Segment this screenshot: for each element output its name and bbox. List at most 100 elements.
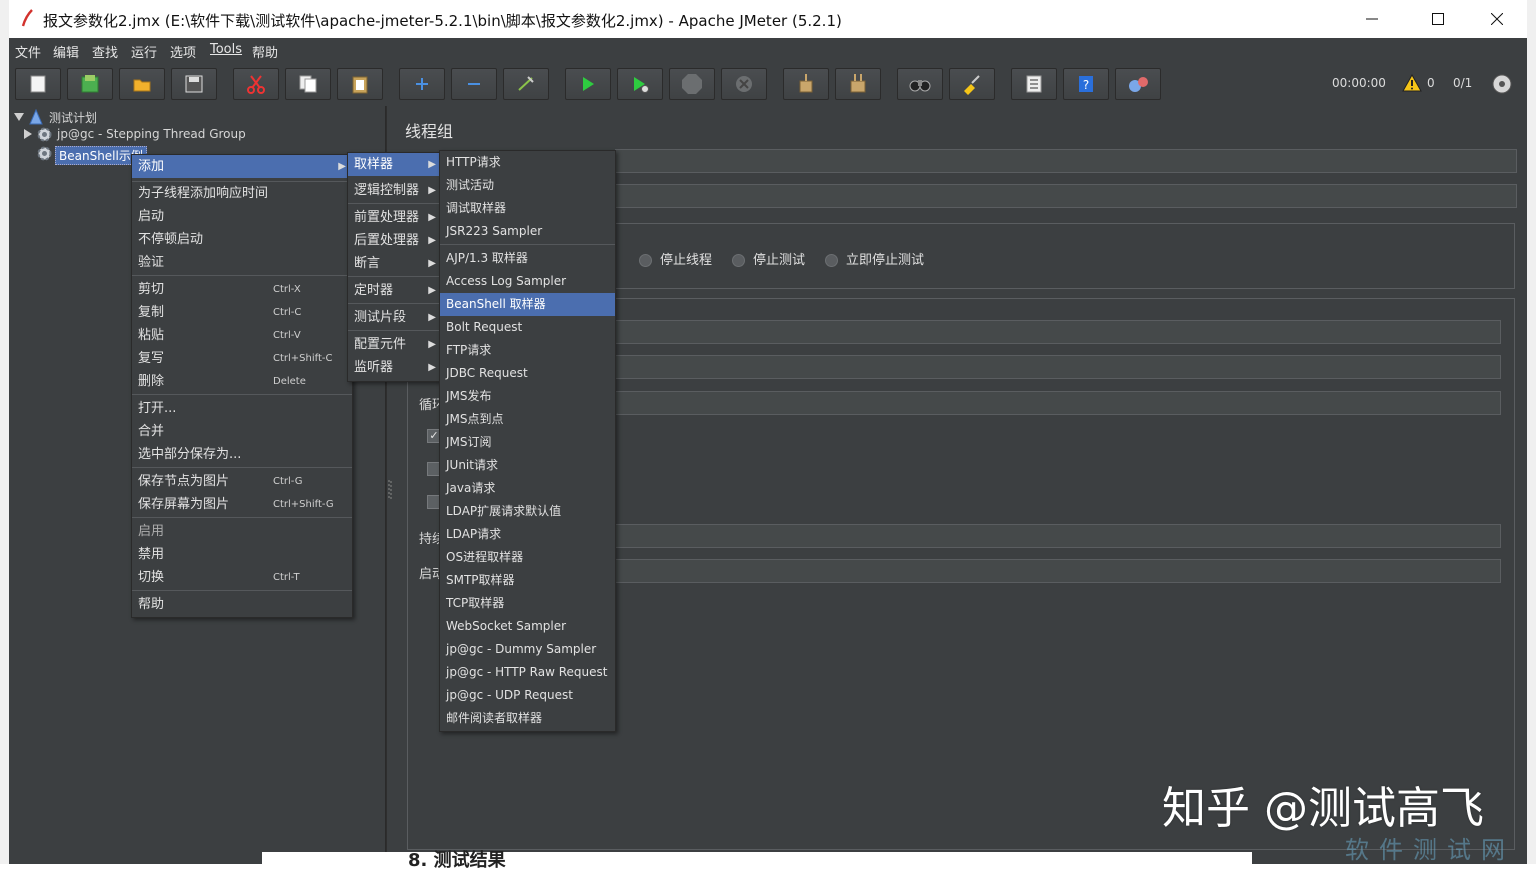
menu-run[interactable]: 运行 xyxy=(131,42,157,61)
submenu-item-sampler[interactable]: 取样器 ▶ xyxy=(348,153,442,176)
open-button[interactable] xyxy=(119,68,165,100)
menu-item-delete[interactable]: 删除 Delete xyxy=(132,370,352,393)
sampler-jms-p2p[interactable]: JMS点到点 xyxy=(440,408,615,431)
radio-stop-test[interactable]: 停止测试 xyxy=(732,249,805,268)
start-delay-field[interactable] xyxy=(615,559,1501,583)
menu-item-cut[interactable]: 剪切 Ctrl-X xyxy=(132,278,352,301)
menu-help[interactable]: 帮助 xyxy=(252,42,278,61)
tree-node-root[interactable]: 测试计划 xyxy=(9,108,385,126)
sampler-udp[interactable]: jp@gc - UDP Request xyxy=(440,684,615,707)
maximize-button[interactable] xyxy=(1409,0,1467,38)
name-field[interactable] xyxy=(615,149,1517,173)
cut-button[interactable] xyxy=(233,68,279,100)
submenu-item-timer[interactable]: 定时器 ▶ xyxy=(348,279,442,302)
help-button[interactable]: ? xyxy=(1063,68,1109,100)
sampler-access-log[interactable]: Access Log Sampler xyxy=(440,270,615,293)
sampler-os-process[interactable]: OS进程取样器 xyxy=(440,546,615,569)
sampler-ldap[interactable]: LDAP请求 xyxy=(440,523,615,546)
menu-file[interactable]: 文件 xyxy=(15,42,41,61)
menu-item-add-response-time[interactable]: 为子线程添加响应时间 xyxy=(132,182,352,205)
radio-stop-test-now[interactable]: 立即停止测试 xyxy=(825,249,924,268)
status-globe-icon[interactable] xyxy=(1491,73,1513,95)
sampler-ldap-ext[interactable]: LDAP扩展请求默认值 xyxy=(440,500,615,523)
sampler-debug[interactable]: 调试取样器 xyxy=(440,197,615,220)
menu-item-start[interactable]: 启动 xyxy=(132,205,352,228)
sampler-jsr223[interactable]: JSR223 Sampler xyxy=(440,220,615,243)
tree-node-thread-group[interactable]: jp@gc - Stepping Thread Group xyxy=(9,126,385,144)
search-button[interactable] xyxy=(897,68,943,100)
expand-arrow-icon[interactable] xyxy=(14,112,24,122)
menu-item-start-no-pause[interactable]: 不停顿启动 xyxy=(132,228,352,251)
warning-icon[interactable] xyxy=(1402,74,1422,92)
submenu-item-post-processor[interactable]: 后置处理器 ▶ xyxy=(348,229,442,252)
menu-options[interactable]: 选项 xyxy=(170,42,196,61)
menu-edit[interactable]: 编辑 xyxy=(53,42,79,61)
sampler-ftp[interactable]: FTP请求 xyxy=(440,339,615,362)
menu-item-paste[interactable]: 粘贴 Ctrl-V xyxy=(132,324,352,347)
minimize-button[interactable] xyxy=(1343,0,1401,38)
sampler-tcp[interactable]: TCP取样器 xyxy=(440,592,615,615)
paste-button[interactable] xyxy=(337,68,383,100)
menu-item-copy[interactable]: 复制 Ctrl-C xyxy=(132,301,352,324)
sampler-http-raw[interactable]: jp@gc - HTTP Raw Request xyxy=(440,661,615,684)
clear-button[interactable] xyxy=(783,68,829,100)
duration-field[interactable] xyxy=(615,524,1501,548)
menu-item-merge[interactable]: 合并 xyxy=(132,420,352,443)
stop-button[interactable] xyxy=(669,68,715,100)
sampler-java[interactable]: Java请求 xyxy=(440,477,615,500)
start-button[interactable] xyxy=(565,68,611,100)
start-no-pause-button[interactable] xyxy=(617,68,663,100)
shutdown-button[interactable] xyxy=(721,68,767,100)
menu-item-open[interactable]: 打开... xyxy=(132,397,352,420)
menu-search[interactable]: 查找 xyxy=(92,42,118,61)
sampler-test-action[interactable]: 测试活动 xyxy=(440,174,615,197)
submenu-item-listener[interactable]: 监听器 ▶ xyxy=(348,356,442,379)
menu-item-duplicate[interactable]: 复写 Ctrl+Shift-C xyxy=(132,347,352,370)
toggle-button[interactable] xyxy=(503,68,549,100)
submenu-item-pre-processor[interactable]: 前置处理器 ▶ xyxy=(348,206,442,229)
menu-tools[interactable]: Tools xyxy=(210,42,242,57)
menu-item-toggle[interactable]: 切换 Ctrl-T xyxy=(132,566,352,589)
function-helper-button[interactable] xyxy=(1011,68,1057,100)
radio-stop-thread[interactable]: 停止线程 xyxy=(639,249,712,268)
sampler-mail-reader[interactable]: 邮件阅读者取样器 xyxy=(440,707,615,730)
new-button[interactable] xyxy=(15,68,61,100)
sampler-smtp[interactable]: SMTP取样器 xyxy=(440,569,615,592)
close-button[interactable] xyxy=(1468,0,1526,38)
menu-item-validate[interactable]: 验证 xyxy=(132,251,352,274)
collapsed-arrow-icon[interactable] xyxy=(23,129,33,139)
submenu-item-config-element[interactable]: 配置元件 ▶ xyxy=(348,333,442,356)
submenu-item-assertion[interactable]: 断言 ▶ xyxy=(348,252,442,275)
menu-item-disable[interactable]: 禁用 xyxy=(132,543,352,566)
sampler-ajp[interactable]: AJP/1.3 取样器 xyxy=(440,247,615,270)
menu-item-save-screen-image[interactable]: 保存屏幕为图片 Ctrl+Shift-G xyxy=(132,493,352,516)
sampler-websocket[interactable]: WebSocket Sampler xyxy=(440,615,615,638)
comment-field[interactable] xyxy=(615,184,1517,208)
expand-all-button[interactable] xyxy=(399,68,445,100)
menu-item-shortcut: Delete xyxy=(273,376,306,387)
collapse-all-button[interactable] xyxy=(451,68,497,100)
sampler-jms-subscriber[interactable]: JMS订阅 xyxy=(440,431,615,454)
sampler-junit[interactable]: JUnit请求 xyxy=(440,454,615,477)
loop-count-field[interactable] xyxy=(615,391,1501,415)
threads-field[interactable] xyxy=(615,320,1501,344)
sampler-http-request[interactable]: HTTP请求 xyxy=(440,151,615,174)
reset-search-button[interactable] xyxy=(949,68,995,100)
templates-button[interactable] xyxy=(67,68,113,100)
sampler-jms-publisher[interactable]: JMS发布 xyxy=(440,385,615,408)
sampler-dummy[interactable]: jp@gc - Dummy Sampler xyxy=(440,638,615,661)
sampler-bolt[interactable]: Bolt Request xyxy=(440,316,615,339)
submenu-item-test-fragment[interactable]: 测试片段 ▶ xyxy=(348,306,442,329)
submenu-item-logic-controller[interactable]: 逻辑控制器 ▶ xyxy=(348,179,442,202)
copy-button[interactable] xyxy=(285,68,331,100)
clear-all-button[interactable] xyxy=(835,68,881,100)
sampler-beanshell[interactable]: BeanShell 取样器 xyxy=(440,293,615,316)
ramp-up-field[interactable] xyxy=(615,355,1501,379)
menu-item-save-node-image[interactable]: 保存节点为图片 Ctrl-G xyxy=(132,470,352,493)
menu-item-help[interactable]: 帮助 xyxy=(132,593,352,616)
remote-button[interactable] xyxy=(1115,68,1161,100)
save-button[interactable] xyxy=(171,68,217,100)
sampler-jdbc[interactable]: JDBC Request xyxy=(440,362,615,385)
menu-item-save-selection[interactable]: 选中部分保存为... xyxy=(132,443,352,466)
menu-item-add[interactable]: 添加 ▶ xyxy=(132,155,352,178)
